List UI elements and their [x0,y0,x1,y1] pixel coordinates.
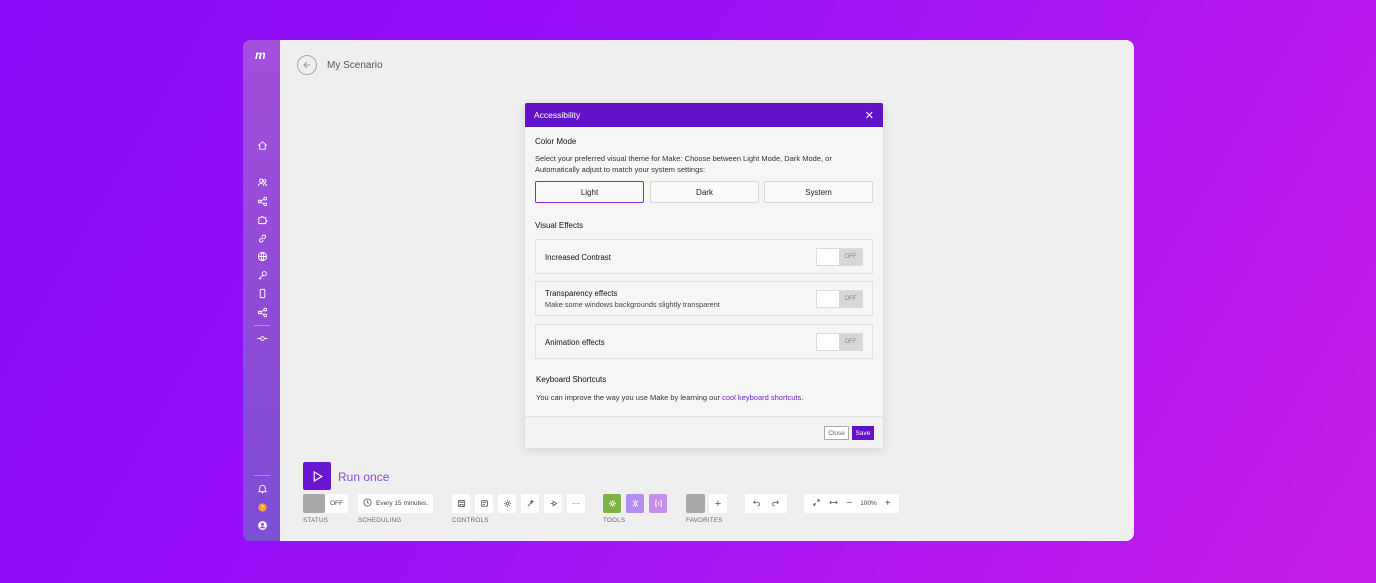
add-favorite-button[interactable]: + [709,494,727,513]
flow-share-icon[interactable] [255,305,269,319]
scenario-title[interactable]: My Scenario [327,60,383,71]
help-icon[interactable]: ? [255,500,269,514]
color-mode-description: Select your preferred visual theme for M… [535,154,832,174]
tools-gear-icon[interactable] [603,494,621,513]
increased-contrast-row: Increased Contrast OFF [535,239,873,274]
mobile-icon[interactable] [255,286,269,300]
bell-icon[interactable] [255,481,269,495]
keyboard-text-end: . [801,393,804,402]
toggle-state: OFF [839,334,862,350]
zoom-out-button[interactable]: − [846,498,852,509]
notes-icon[interactable] [475,494,493,513]
controls-label: CONTROLS [452,517,489,524]
keyboard-shortcuts-heading: Keyboard Shortcuts [536,375,607,384]
clock-icon [363,498,372,509]
sidebar-divider [254,325,270,326]
flow-route-icon[interactable] [544,494,562,513]
accessibility-dialog: Accessibility ✕ Color Mode Select your p… [525,103,883,448]
make-logo-icon[interactable]: m [255,49,269,61]
undo-icon[interactable] [752,498,761,509]
commit-icon[interactable] [255,331,269,345]
transparency-effects-toggle[interactable]: OFF [816,290,863,308]
toggle-knob [817,291,839,307]
more-options-button[interactable]: ··· [567,494,585,513]
plus-icon: + [714,497,722,510]
status-value[interactable]: OFF [325,494,348,513]
zoom-controls: − 100% + [804,494,899,513]
run-once-button[interactable] [303,462,331,490]
increased-contrast-toggle[interactable]: OFF [816,248,863,266]
toggle-knob [817,249,839,265]
tools-label: TOOLS [603,517,626,524]
close-icon[interactable]: ✕ [865,109,874,122]
effect-label: Transparency effects [545,289,618,298]
schedule-value: Every 15 minutes. [376,500,429,507]
home-icon[interactable] [255,138,269,152]
dialog-title: Accessibility [534,110,581,120]
dialog-footer: Close Save [525,416,883,448]
status-switch[interactable] [303,494,325,513]
favorites-label: FAVORITES [686,517,723,524]
scheduling-button[interactable]: Every 15 minutes. [358,494,433,513]
puzzle-icon[interactable] [255,212,269,226]
link-icon[interactable] [255,231,269,245]
save-icon[interactable] [452,494,470,513]
share-icon[interactable] [255,194,269,208]
back-button[interactable] [297,55,317,75]
undo-redo-group [745,494,787,513]
globe-icon[interactable] [255,249,269,263]
scheduling-label: SCHEDULING [358,517,402,524]
key-icon[interactable] [255,268,269,282]
fit-screen-icon[interactable] [812,498,821,509]
visual-effects-heading: Visual Effects [535,221,584,230]
svg-text:?: ? [260,504,263,511]
toggle-state: OFF [839,291,862,307]
close-button[interactable]: Close [824,426,849,440]
animation-effects-row: Animation effects OFF [535,324,873,359]
favorite-slot[interactable] [686,494,705,513]
animation-effects-toggle[interactable]: OFF [816,333,863,351]
magic-wand-icon[interactable] [521,494,539,513]
keyboard-shortcuts-link[interactable]: cool keyboard shortcuts [722,393,801,402]
sidebar: m ? [243,40,280,541]
status-label: STATUS [303,517,329,524]
transparency-effects-row: Transparency effects Make some windows b… [535,281,873,316]
save-button[interactable]: Save [852,426,874,440]
light-mode-button[interactable]: Light [535,181,644,203]
effect-sublabel: Make some windows backgrounds slightly t… [545,300,720,309]
effect-label: Increased Contrast [545,253,611,262]
keyboard-shortcuts-text: You can improve the way you use Make by … [536,393,866,404]
keyboard-text: You can improve the way you use Make by … [536,393,723,402]
toggle-state: OFF [839,249,862,265]
zoom-level: 100% [860,500,877,507]
run-once-label[interactable]: Run once [338,470,389,484]
redo-icon[interactable] [771,498,780,509]
arrange-icon[interactable] [829,498,839,509]
tools-json-icon[interactable] [649,494,667,513]
tools-flow-icon[interactable] [626,494,644,513]
team-icon[interactable] [255,175,269,189]
color-mode-heading: Color Mode [535,137,577,146]
dark-mode-button[interactable]: Dark [650,181,759,203]
user-avatar-icon[interactable] [255,518,269,532]
effect-label: Animation effects [545,338,605,347]
dialog-header: Accessibility ✕ [525,103,883,127]
zoom-in-button[interactable]: + [885,498,891,509]
settings-gear-icon[interactable] [498,494,516,513]
system-mode-button[interactable]: System [764,181,873,203]
toggle-knob [817,334,839,350]
sidebar-divider [254,475,270,476]
